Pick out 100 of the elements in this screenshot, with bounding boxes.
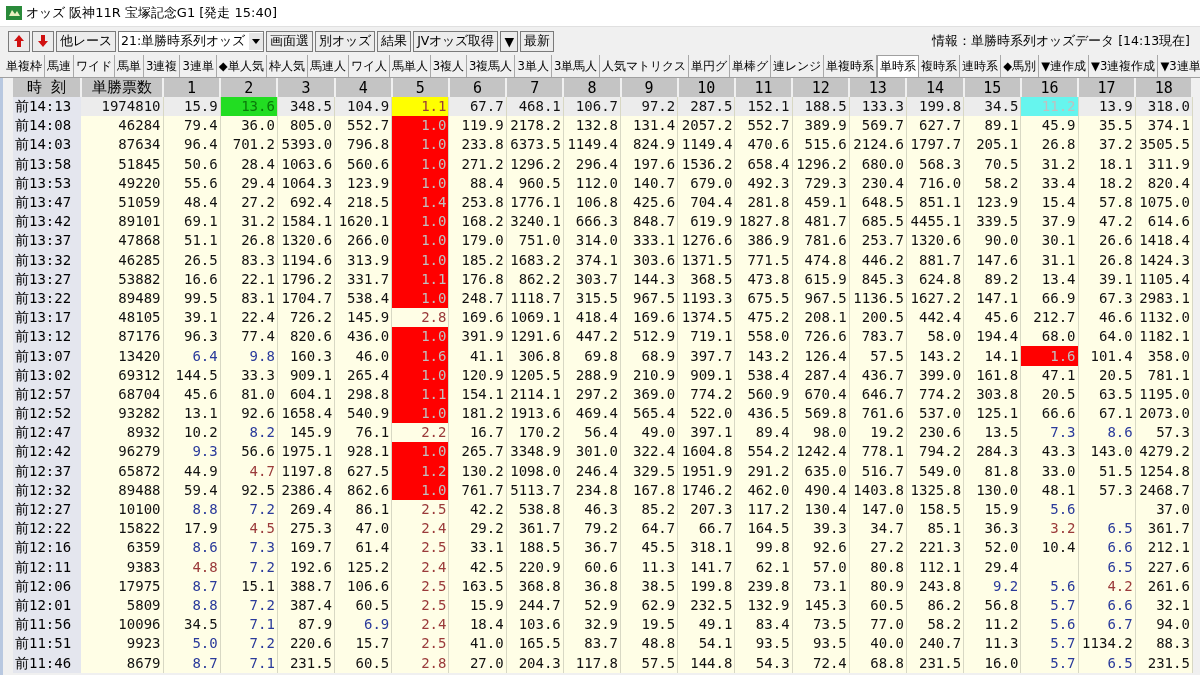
tab[interactable]: 連レンジ bbox=[771, 55, 825, 77]
tab[interactable]: ◆単人気 bbox=[216, 55, 267, 77]
table-cell: 9923 bbox=[81, 634, 163, 654]
odds-type-dropdown[interactable]: 21:単勝時系列オッズ bbox=[118, 30, 265, 52]
time-cell: 前12:47 bbox=[13, 423, 81, 443]
table-cell: 265.7 bbox=[448, 442, 507, 462]
table-cell: 40.0 bbox=[849, 634, 907, 654]
tab[interactable]: 3連単 bbox=[180, 55, 217, 77]
table-cell: 6.7 bbox=[1078, 615, 1136, 635]
table-cell: 781.6 bbox=[792, 231, 850, 251]
tab[interactable]: 単棒グ bbox=[730, 55, 772, 77]
table-cell: 31.2 bbox=[220, 212, 278, 232]
table-cell: 796.8 bbox=[334, 135, 392, 155]
table-cell: 45.6 bbox=[963, 308, 1021, 328]
table-cell: 240.7 bbox=[906, 634, 964, 654]
table-cell: 569.7 bbox=[849, 116, 907, 136]
table-cell: 824.9 bbox=[620, 135, 678, 155]
table-cell: 181.2 bbox=[448, 404, 507, 424]
toolbar-button[interactable]: 最新 bbox=[520, 30, 554, 52]
table-cell: 1.0 bbox=[391, 135, 449, 155]
table-cell: 22.4 bbox=[220, 308, 278, 328]
tab[interactable]: 人気マトリクス bbox=[600, 55, 690, 77]
table-cell: 51059 bbox=[81, 192, 163, 213]
column-header: 11 bbox=[734, 78, 793, 97]
toolbar-button[interactable]: ▼ bbox=[500, 30, 518, 52]
table-cell: 145.9 bbox=[277, 423, 335, 443]
table-cell: 7.3 bbox=[1020, 423, 1078, 443]
tab[interactable]: ▼3連複作成 bbox=[1089, 55, 1159, 77]
tab[interactable]: 複時系 bbox=[919, 55, 961, 77]
table-cell: 231.5 bbox=[277, 653, 335, 673]
table-cell: 1604.8 bbox=[677, 442, 735, 462]
tab[interactable]: 3連複 bbox=[144, 55, 181, 77]
column-header: 6 bbox=[448, 78, 507, 97]
table-cell: 10100 bbox=[81, 499, 163, 520]
tab[interactable]: ◆馬別 bbox=[1001, 55, 1040, 77]
table-cell: 436.0 bbox=[334, 327, 392, 347]
table-cell: 56.6 bbox=[220, 442, 278, 462]
tab[interactable]: 馬連 bbox=[45, 55, 74, 77]
tab[interactable]: ▼連作成 bbox=[1039, 55, 1090, 77]
table-cell: 32.9 bbox=[563, 615, 621, 635]
table-cell: 205.1 bbox=[963, 135, 1021, 155]
toolbar-button[interactable]: 別オッズ bbox=[315, 30, 376, 52]
table-cell: 5.7 bbox=[1020, 653, 1078, 673]
tab[interactable]: 馬単 bbox=[115, 55, 144, 77]
table-cell: 1658.4 bbox=[277, 404, 335, 424]
table-cell: 204.3 bbox=[506, 653, 564, 673]
time-cell: 前12:22 bbox=[13, 519, 81, 539]
table-cell: 7.3 bbox=[220, 538, 278, 558]
table-cell: 5.0 bbox=[163, 634, 221, 654]
tab[interactable]: 3複人 bbox=[430, 55, 468, 77]
tab[interactable]: 3単馬人 bbox=[551, 55, 601, 77]
table-cell: 233.8 bbox=[448, 135, 507, 155]
tab[interactable]: 3複馬人 bbox=[467, 55, 516, 77]
table-cell: 1.0 bbox=[391, 116, 449, 136]
table-cell: 54.1 bbox=[677, 634, 735, 654]
table-cell: 10096 bbox=[81, 615, 163, 635]
table-cell: 3.2 bbox=[1020, 519, 1078, 539]
table-cell: 89.4 bbox=[734, 423, 793, 443]
table-cell: 39.3 bbox=[792, 519, 850, 539]
table-cell: 47868 bbox=[81, 231, 163, 251]
toolbar-button[interactable]: 画面選 bbox=[266, 30, 314, 52]
column-header: 3 bbox=[277, 78, 335, 97]
tab[interactable]: 馬連人 bbox=[307, 55, 349, 77]
up-arrow-button[interactable] bbox=[8, 30, 30, 52]
table-cell: 41.1 bbox=[448, 346, 507, 366]
table-cell: 104.9 bbox=[334, 97, 392, 117]
table-cell: 719.1 bbox=[677, 327, 735, 347]
tab[interactable]: 3単人 bbox=[515, 55, 552, 77]
other-race-button[interactable]: 他レース bbox=[56, 30, 116, 52]
tab[interactable]: 馬単人 bbox=[389, 55, 431, 77]
table-cell: 79.2 bbox=[563, 519, 621, 539]
table-cell: 4279.2 bbox=[1135, 442, 1193, 462]
table-cell: 36.3 bbox=[963, 519, 1021, 539]
tab[interactable]: 単時系 bbox=[877, 55, 920, 77]
toolbar-button[interactable]: JVオッズ取得 bbox=[413, 30, 499, 52]
table-cell: 212.1 bbox=[1135, 538, 1193, 558]
tab[interactable]: 単複時系 bbox=[824, 55, 878, 77]
table-cell: 481.7 bbox=[792, 212, 850, 232]
tab[interactable]: ワイド bbox=[74, 55, 115, 77]
table-cell: 89.1 bbox=[963, 116, 1021, 136]
table-cell: 2.8 bbox=[391, 308, 449, 328]
table-cell: 7.1 bbox=[220, 653, 278, 673]
down-arrow-button[interactable] bbox=[32, 30, 54, 52]
column-header: 16 bbox=[1020, 78, 1078, 97]
toolbar-button[interactable]: 結果 bbox=[377, 30, 412, 52]
table-cell: 152.1 bbox=[734, 97, 793, 117]
table-cell: 358.0 bbox=[1135, 346, 1193, 366]
table-cell: 13.1 bbox=[163, 404, 221, 424]
table-cell: 751.0 bbox=[506, 231, 564, 251]
table-cell: 820.6 bbox=[277, 327, 335, 347]
time-cell: 前12:16 bbox=[13, 538, 81, 558]
tab[interactable]: 単複枠 bbox=[4, 55, 45, 77]
table-cell: 7.1 bbox=[220, 615, 278, 635]
time-cell: 前13:22 bbox=[13, 288, 81, 309]
tab[interactable]: 単円グ bbox=[689, 55, 731, 77]
table-cell: 16.7 bbox=[448, 423, 507, 443]
tab[interactable]: 枠人気 bbox=[266, 55, 308, 77]
table-cell: 848.7 bbox=[620, 212, 678, 232]
tab[interactable]: 連時系 bbox=[960, 55, 1002, 77]
time-cell: 前12:52 bbox=[13, 404, 81, 424]
